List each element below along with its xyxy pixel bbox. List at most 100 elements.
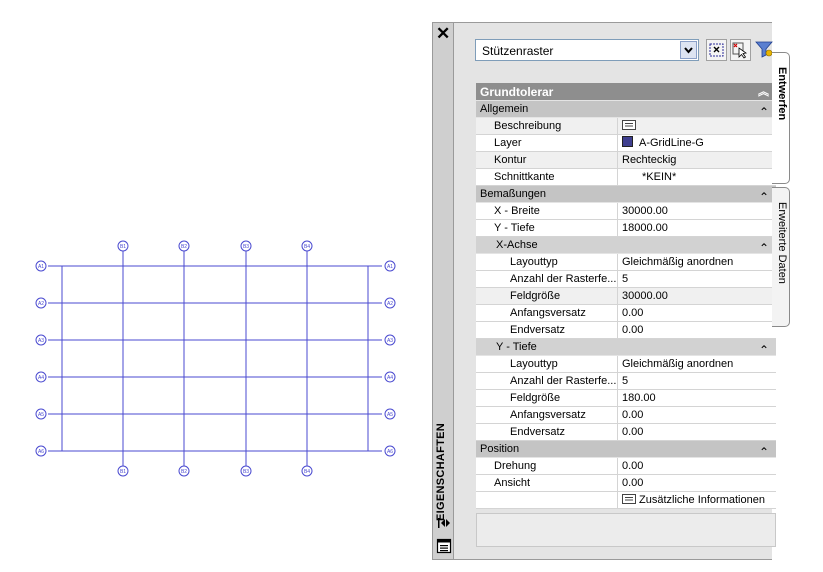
property-label: Anfangsversatz (476, 305, 618, 321)
property-value[interactable]: Gleichmäßig anordnen (619, 356, 776, 372)
column-grid-drawing[interactable]: B1 B2 B3 B4 B1 B2 B3 B4 A1 A2 A3 A4 A5 A6 A1 A2 A3 A4 A5 A6 (0, 0, 430, 572)
property-row[interactable]: Anfangsversatz 0.00 (476, 407, 776, 424)
property-label: Layer (476, 135, 618, 151)
property-row[interactable]: Endversatz 0.00 (476, 424, 776, 441)
category-general[interactable]: Allgemein ⌃ (476, 101, 776, 119)
grid-right-label: A5 (387, 412, 393, 418)
grid-right-label: A2 (387, 301, 393, 307)
property-value[interactable]: 180.00 (619, 390, 776, 406)
property-row[interactable]: Beschreibung (476, 118, 776, 135)
property-label: Ansicht (476, 475, 618, 491)
property-label: X - Breite (476, 203, 618, 219)
description-area (476, 513, 776, 547)
quick-select-button[interactable] (706, 39, 727, 61)
property-row[interactable]: Schnittkante *KEIN* (476, 169, 776, 186)
chevron-up-icon[interactable]: ︽ (758, 83, 769, 101)
category-dimensions-label: Bemaßungen (480, 188, 547, 200)
property-label: Drehung (476, 458, 618, 474)
grid-right-label: A6 (387, 449, 393, 455)
tab-extended-data[interactable]: Erweiterte Daten (772, 187, 790, 327)
property-value[interactable]: Gleichmäßig anordnen (619, 254, 776, 270)
property-value[interactable]: 0.00 (619, 407, 776, 423)
category-position-label: Position (480, 443, 520, 455)
object-type-value: Stützenraster (482, 44, 554, 58)
property-row[interactable]: Feldgröße 30000.00 (476, 288, 776, 305)
palette-title-bar[interactable]: ✕ EIGENSCHAFTEN (432, 22, 454, 560)
object-type-select[interactable]: Stützenraster (475, 39, 699, 61)
property-label: Anfangsversatz (476, 407, 618, 423)
property-row[interactable]: Anzahl der Rasterfe... 5 (476, 373, 776, 390)
property-value[interactable]: 18000.00 (619, 220, 776, 236)
category-grundtolerar[interactable]: Grundtolerar ︽ (476, 83, 776, 101)
property-row[interactable]: Y - Tiefe 18000.00 (476, 220, 776, 237)
property-value[interactable]: 0.00 (619, 424, 776, 440)
property-value[interactable]: 0.00 (619, 458, 776, 474)
category-grundtolerar-label: Grundtolerar (480, 85, 554, 99)
palette-title: EIGENSCHAFTEN (435, 422, 447, 521)
chevron-down-icon[interactable] (680, 41, 697, 59)
property-row[interactable]: Kontur Rechteckig (476, 152, 776, 169)
property-label: Layouttyp (476, 254, 618, 270)
grid-bottom-label: B3 (243, 469, 249, 475)
description-editor-icon[interactable] (622, 120, 636, 132)
property-value[interactable] (619, 118, 776, 134)
property-label: Endversatz (476, 322, 618, 338)
property-row[interactable]: Layer A-GridLine-G (476, 135, 776, 152)
property-row[interactable]: Zusätzliche Informationen (476, 492, 776, 509)
grid-right-label: A3 (387, 338, 393, 344)
property-label (476, 492, 618, 508)
property-label: Feldgröße (476, 288, 618, 304)
property-row[interactable]: Drehung 0.00 (476, 458, 776, 475)
close-icon[interactable]: ✕ (436, 25, 450, 42)
property-row[interactable]: Layouttyp Gleichmäßig anordnen (476, 356, 776, 373)
grid-top-label: B4 (304, 244, 310, 250)
grid-left-label: A2 (38, 301, 44, 307)
property-label: Kontur (476, 152, 618, 168)
grid-left-label: A1 (38, 264, 44, 270)
property-value[interactable]: 5 (619, 271, 776, 287)
property-row[interactable]: Anfangsversatz 0.00 (476, 305, 776, 322)
category-general-label: Allgemein (480, 103, 529, 115)
property-value[interactable]: 0.00 (619, 475, 776, 491)
tab-design[interactable]: Entwerfen (772, 52, 790, 184)
property-label: Endversatz (476, 424, 618, 440)
property-label: Layouttyp (476, 356, 618, 372)
category-dimensions[interactable]: Bemaßungen ⌃ (476, 186, 776, 204)
category-x-axis[interactable]: X-Achse ⌃ (476, 237, 776, 255)
category-position[interactable]: Position ⌃ (476, 441, 776, 459)
category-y-axis[interactable]: Y - Tiefe ⌃ (476, 339, 776, 357)
property-row[interactable]: Layouttyp Gleichmäßig anordnen (476, 254, 776, 271)
grid-left-label: A4 (38, 375, 44, 381)
grid-top-label: B1 (120, 244, 126, 250)
select-objects-button[interactable] (730, 39, 751, 61)
property-label: Feldgröße (476, 390, 618, 406)
property-value[interactable]: 5 (619, 373, 776, 389)
property-value[interactable]: 0.00 (619, 322, 776, 338)
property-value[interactable]: A-GridLine-G (619, 135, 776, 151)
palette-content: Stützenraster Grundtolerar ︽ Allgemein ⌃… (454, 22, 776, 560)
property-value[interactable]: 0.00 (619, 305, 776, 321)
property-value[interactable]: Rechteckig (619, 152, 776, 168)
property-row[interactable]: Feldgröße 180.00 (476, 390, 776, 407)
autohide-icon[interactable] (436, 517, 452, 529)
property-row[interactable]: Endversatz 0.00 (476, 322, 776, 339)
property-label: Beschreibung (476, 118, 618, 134)
property-row[interactable]: X - Breite 30000.00 (476, 203, 776, 220)
property-label: Schnittkante (476, 169, 618, 185)
property-label: Y - Tiefe (476, 220, 618, 236)
grid-bottom-label: B1 (120, 469, 126, 475)
property-label: Anzahl der Rasterfe... (476, 271, 618, 287)
tab-design-label: Entwerfen (776, 67, 788, 121)
grid-top-label: B2 (181, 244, 187, 250)
property-value[interactable]: 30000.00 (619, 288, 776, 304)
property-row[interactable]: Ansicht 0.00 (476, 475, 776, 492)
property-row[interactable]: Anzahl der Rasterfe... 5 (476, 271, 776, 288)
property-value[interactable]: *KEIN* (619, 169, 776, 185)
grid-bottom-label: B4 (304, 469, 310, 475)
property-value[interactable]: Zusätzliche Informationen (619, 492, 776, 508)
property-grid: Grundtolerar ︽ Allgemein ⌃ Beschreibung Layer… (476, 83, 776, 509)
grid-left-label: A5 (38, 412, 44, 418)
palette-menu-icon[interactable] (436, 538, 452, 554)
property-value[interactable]: 30000.00 (619, 203, 776, 219)
info-icon (622, 494, 639, 506)
